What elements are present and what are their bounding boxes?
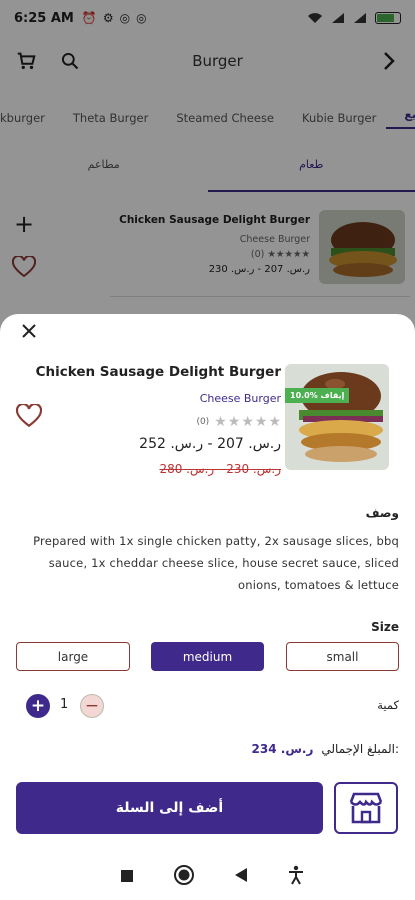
decrease-quantity-button[interactable]: −	[80, 694, 104, 718]
size-option-large[interactable]: large	[16, 642, 130, 671]
product-name: Chicken Sausage Delight Burger	[35, 364, 281, 380]
store-icon	[349, 792, 383, 824]
quantity-stepper: + 1 − كمية	[24, 694, 399, 718]
product-category: Cheese Burger	[199, 392, 281, 405]
favorite-heart-icon[interactable]	[15, 402, 43, 432]
size-option-small[interactable]: small	[286, 642, 399, 671]
star-icon: ★	[241, 414, 254, 430]
rating-count: (0)	[196, 417, 210, 427]
product-old-price: ر.س. 230 - ر.س. 280	[159, 462, 281, 476]
close-icon[interactable]	[14, 316, 44, 346]
total-amount: ر.س. 234 المبلغ الإجمالي:	[252, 742, 399, 756]
size-title: Size	[371, 620, 399, 634]
star-icon: ★	[254, 414, 268, 430]
add-to-cart-button[interactable]: أضف إلى السلة	[16, 782, 323, 834]
increase-quantity-button[interactable]: +	[26, 694, 50, 718]
product-price: ر.س. 207 - ر.س. 252	[139, 436, 281, 452]
total-value: ر.س. 234	[251, 742, 314, 756]
recents-button[interactable]	[120, 868, 134, 887]
description-text: Prepared with 1x single chicken patty, 2…	[33, 534, 399, 592]
size-option-medium[interactable]: medium	[151, 642, 264, 671]
size-options: large medium small	[16, 642, 399, 672]
star-icon: ★	[268, 414, 281, 430]
back-button[interactable]	[234, 867, 248, 887]
star-icon: ★	[214, 414, 227, 430]
quantity-label: كمية	[377, 698, 399, 712]
system-nav-bar	[0, 854, 415, 900]
total-label: المبلغ الإجمالي:	[321, 742, 399, 756]
quantity-value: 1	[60, 697, 69, 712]
store-button[interactable]	[334, 782, 398, 834]
description-title: وصف	[365, 506, 399, 520]
product-sheet: 10.0% إيقاف Chicken Sausage Delight Burg…	[0, 314, 415, 900]
discount-badge: 10.0% إيقاف	[285, 388, 350, 403]
accessibility-icon[interactable]	[287, 865, 305, 889]
product-rating: (0) ★ ★ ★ ★ ★	[196, 414, 281, 430]
product-image: 10.0% إيقاف	[285, 364, 389, 470]
home-button[interactable]	[173, 864, 195, 890]
star-icon: ★	[227, 414, 241, 430]
